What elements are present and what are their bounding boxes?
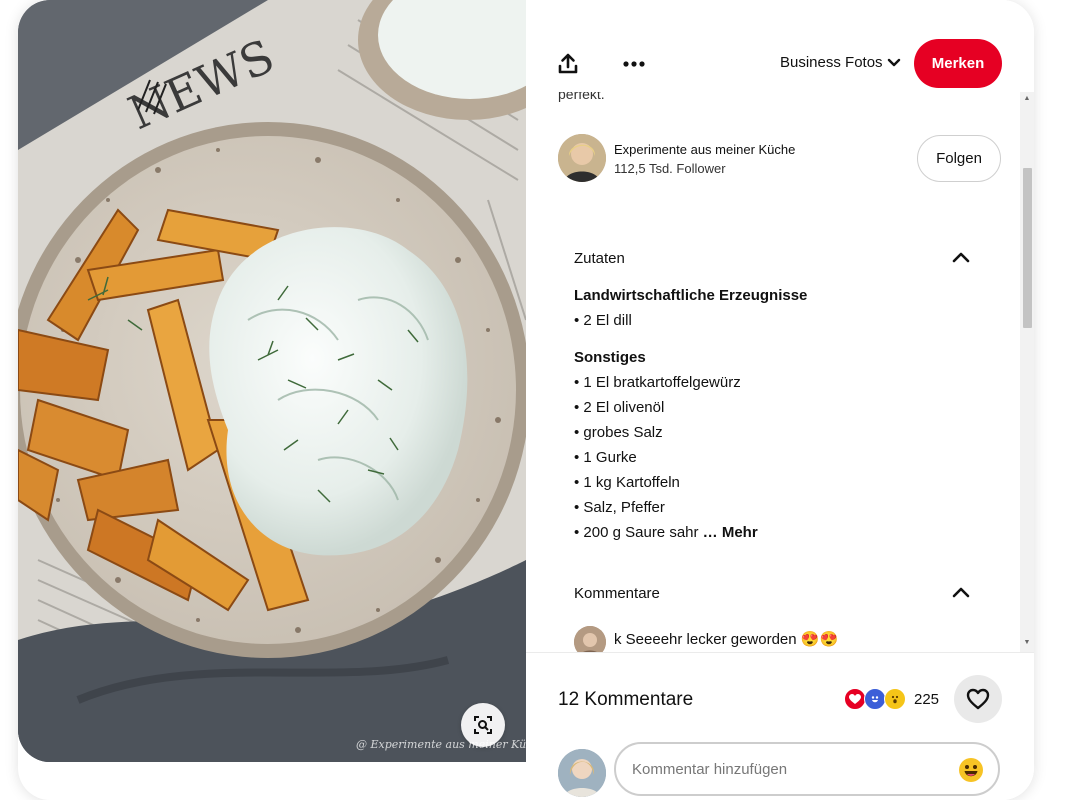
comment-avatar-image	[574, 626, 606, 652]
emoji-icon	[959, 758, 983, 782]
follow-button[interactable]: Folgen	[917, 135, 1001, 182]
comment-item: k Seeeehr lecker geworden 😍😍	[574, 626, 974, 652]
ingredient-group-title: Sonstiges	[574, 349, 646, 366]
creator-followers: 112,5 Tsd. Follower	[614, 161, 726, 176]
share-icon	[558, 53, 578, 74]
current-user-avatar	[558, 749, 606, 797]
save-button[interactable]: Merken	[914, 39, 1002, 88]
ingredients-title[interactable]: Zutaten	[574, 250, 625, 267]
ingredients-collapse-button[interactable]	[948, 244, 974, 270]
laugh-reaction-icon	[864, 688, 886, 710]
pin-photo-illustration: NEWS	[18, 0, 526, 762]
comment-author[interactable]: k	[614, 631, 622, 648]
ingredient-item: • 2 El dill	[574, 312, 632, 329]
ingredient-item: • 1 El bratkartoffelgewürz	[574, 374, 741, 391]
ingredient-item: • 2 El olivenöl	[574, 399, 665, 416]
ingredient-group-title: Landwirtschaftliche Erzeugnisse	[574, 287, 808, 304]
chevron-up-icon	[952, 587, 970, 598]
creator-row: Experimente aus meiner Küche 112,5 Tsd. …	[558, 134, 1008, 184]
pin-closeup-card: NEWS @ Experimente aus meiner Kü perfekt…	[18, 0, 1034, 800]
comment-author-avatar[interactable]	[574, 626, 606, 652]
comment-count-label: 12 Kommentare	[558, 689, 694, 710]
details-scroll-area[interactable]: perfekt. Experimente aus meiner Küche 11…	[526, 92, 1020, 652]
comment-input[interactable]	[614, 742, 1000, 796]
reactions-summary[interactable]: 225	[844, 688, 939, 710]
ingredient-item-text: • 200 g Saure sahr	[574, 524, 699, 541]
comment-text: Seeeehr lecker geworden 😍😍	[625, 631, 839, 648]
current-user-avatar-image	[558, 749, 606, 797]
details-scrollbar[interactable]: ▲ ▼	[1020, 92, 1034, 652]
pin-image[interactable]: NEWS @ Experimente aus meiner Kü	[18, 0, 526, 762]
scrollbar-thumb[interactable]	[1023, 168, 1032, 328]
comments-collapse-button[interactable]	[948, 579, 974, 605]
comments-footer: 12 Kommentare 225	[526, 652, 1034, 800]
ingredient-item: • Salz, Pfeffer	[574, 499, 665, 516]
creator-name[interactable]: Experimente aus meiner Küche	[614, 142, 795, 157]
chevron-down-icon	[887, 58, 900, 66]
scroll-up-arrow[interactable]: ▲	[1020, 92, 1034, 106]
emoji-picker-button[interactable]	[958, 757, 984, 783]
creator-avatar-image	[558, 134, 606, 182]
reaction-count: 225	[914, 690, 940, 708]
heart-icon	[966, 688, 990, 710]
react-button[interactable]	[954, 675, 1002, 723]
board-name: Business Fotos	[780, 54, 883, 71]
ingredient-item-truncated: • 200 g Saure sahr … Mehr	[574, 524, 758, 541]
board-selector[interactable]: Business Fotos	[780, 54, 901, 71]
wow-reaction-icon	[884, 688, 906, 710]
chevron-up-icon	[952, 252, 970, 263]
comment-text-line: k Seeeehr lecker geworden 😍😍	[614, 630, 838, 648]
ingredient-item: • 1 kg Kartoffeln	[574, 474, 680, 491]
description-tail: perfekt.	[558, 92, 605, 102]
ingredient-item: • grobes Salz	[574, 424, 663, 441]
show-more-link[interactable]: … Mehr	[703, 524, 758, 541]
creator-avatar[interactable]	[558, 134, 606, 182]
visual-search-icon	[474, 716, 492, 734]
share-button[interactable]	[548, 44, 588, 84]
pin-details-panel: perfekt. Experimente aus meiner Küche 11…	[526, 0, 1034, 800]
photo-watermark: @ Experimente aus meiner Küche	[356, 738, 526, 751]
more-dots-icon	[623, 61, 645, 67]
more-options-button[interactable]	[614, 44, 654, 84]
scroll-down-arrow[interactable]: ▼	[1020, 636, 1034, 650]
heart-reaction-icon	[844, 688, 866, 710]
comments-title[interactable]: Kommentare	[574, 585, 660, 602]
pin-header: Business Fotos Merken	[526, 0, 1034, 92]
ingredient-item: • 1 Gurke	[574, 449, 637, 466]
